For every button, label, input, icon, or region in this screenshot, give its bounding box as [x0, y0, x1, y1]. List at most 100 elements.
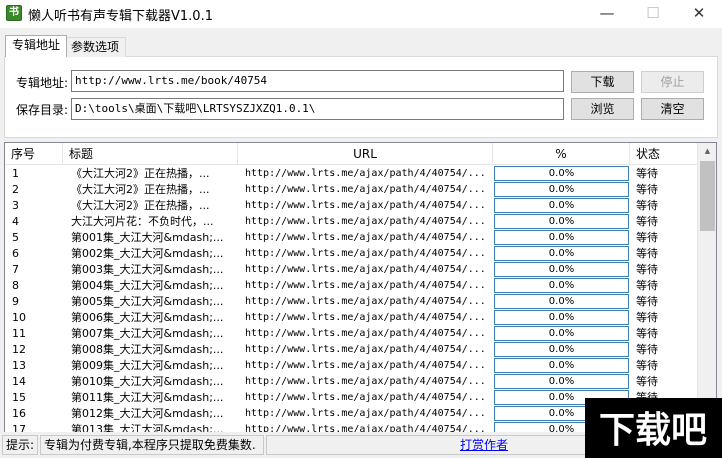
table-row[interactable]: 2 《大江大河2》正在热播，... http://www.lrts.me/ajax/…	[5, 182, 697, 198]
row-url: http://www.lrts.me/ajax/path/4/40754/...	[245, 344, 486, 355]
table-row[interactable]: 13 第009集_大江大河&mdash;... http://www.lrts.me…	[5, 358, 697, 374]
watermark-text: 下载吧	[599, 410, 707, 451]
row-url: http://www.lrts.me/ajax/path/4/40754/...	[245, 392, 486, 403]
minimize-button[interactable]: —	[584, 0, 630, 28]
save-dir-input[interactable]: D:\tools\桌面\下载吧\LRTSYSZJXZQ1.0.1\	[71, 98, 564, 120]
url-label: 专辑地址:	[16, 76, 69, 90]
status-message: 专辑为付费专辑,本程序只提取免费集数.	[40, 435, 264, 455]
table-row[interactable]: 9 第005集_大江大河&mdash;... http://www.lrts.me/…	[5, 294, 697, 310]
column-header-status[interactable]: 状态	[630, 143, 697, 165]
scroll-up-arrow-icon[interactable]: ▲	[698, 143, 716, 160]
album-url-input[interactable]: http://www.lrts.me/book/40754	[71, 70, 564, 92]
row-index: 7	[12, 263, 19, 276]
row-title: 第008集_大江大河&mdash;...	[71, 343, 224, 356]
row-status: 等待	[636, 231, 658, 244]
close-button[interactable]: ✕	[676, 0, 722, 28]
column-header-percent[interactable]: %	[493, 143, 630, 165]
scroll-thumb[interactable]	[700, 161, 715, 231]
row-title: 第010集_大江大河&mdash;...	[71, 375, 224, 388]
row-progress-bar: 0.0%	[494, 374, 629, 389]
row-title: 第006集_大江大河&mdash;...	[71, 311, 224, 324]
column-header-index[interactable]: 序号	[5, 143, 63, 165]
row-progress-bar: 0.0%	[494, 214, 629, 229]
table-row[interactable]: 14 第010集_大江大河&mdash;... http://www.lrts.me…	[5, 374, 697, 390]
main-window: 专辑地址 参数选项 专辑地址: http://www.lrts.me/book/…	[0, 28, 722, 458]
row-progress-bar: 0.0%	[494, 278, 629, 293]
row-url: http://www.lrts.me/ajax/path/4/40754/...	[245, 248, 486, 259]
row-title: 第007集_大江大河&mdash;...	[71, 327, 224, 340]
table-row[interactable]: 8 第004集_大江大河&mdash;... http://www.lrts.me/…	[5, 278, 697, 294]
row-title: 《大江大河2》正在热播，...	[71, 183, 210, 196]
tab-album-url[interactable]: 专辑地址	[5, 35, 68, 57]
table-row[interactable]: 11 第007集_大江大河&mdash;... http://www.lrts.me…	[5, 326, 697, 342]
row-progress-bar: 0.0%	[494, 166, 629, 181]
clear-button[interactable]: 清空	[641, 98, 704, 120]
row-index: 3	[12, 199, 19, 212]
row-progress-bar: 0.0%	[494, 182, 629, 197]
row-index: 4	[12, 215, 19, 228]
row-title: 第009集_大江大河&mdash;...	[71, 359, 224, 372]
stop-button[interactable]: 停止	[641, 71, 704, 93]
row-index: 1	[12, 167, 19, 180]
row-url: http://www.lrts.me/ajax/path/4/40754/...	[245, 232, 486, 243]
row-title: 第012集_大江大河&mdash;...	[71, 407, 224, 420]
row-index: 6	[12, 247, 19, 260]
table-row[interactable]: 1 《大江大河2》正在热播，... http://www.lrts.me/ajax/…	[5, 166, 697, 182]
row-status: 等待	[636, 359, 658, 372]
row-index: 15	[12, 391, 26, 404]
watermark-logo: 下载吧	[585, 398, 722, 458]
row-url: http://www.lrts.me/ajax/path/4/40754/...	[245, 184, 486, 195]
app-icon: 书	[6, 5, 22, 21]
row-title: 《大江大河2》正在热播，...	[71, 167, 210, 180]
browse-button[interactable]: 浏览	[571, 98, 634, 120]
table-row[interactable]: 3 《大江大河2》正在热播，... http://www.lrts.me/ajax/…	[5, 198, 697, 214]
table-row[interactable]: 4 大江大河片花：不负时代，... http://www.lrts.me/ajax/…	[5, 214, 697, 230]
column-header-title[interactable]: 标题	[63, 143, 238, 165]
window-title: 懒人听书有声专辑下载器V1.0.1	[28, 9, 213, 24]
row-index: 8	[12, 279, 19, 292]
row-url: http://www.lrts.me/ajax/path/4/40754/...	[245, 312, 486, 323]
row-url: http://www.lrts.me/ajax/path/4/40754/...	[245, 280, 486, 291]
maximize-button[interactable]: ☐	[630, 0, 676, 28]
row-url: http://www.lrts.me/ajax/path/4/40754/...	[245, 200, 486, 211]
table-row[interactable]: 6 第002集_大江大河&mdash;... http://www.lrts.me/…	[5, 246, 697, 262]
row-index: 10	[12, 311, 26, 324]
row-title: 第004集_大江大河&mdash;...	[71, 279, 224, 292]
row-status: 等待	[636, 295, 658, 308]
row-url: http://www.lrts.me/ajax/path/4/40754/...	[245, 376, 486, 387]
row-url: http://www.lrts.me/ajax/path/4/40754/...	[245, 408, 486, 419]
table-row[interactable]: 10 第006集_大江大河&mdash;... http://www.lrts.me…	[5, 310, 697, 326]
save-dir-label: 保存目录:	[16, 103, 69, 117]
row-status: 等待	[636, 375, 658, 388]
row-title: 《大江大河2》正在热播，...	[71, 199, 210, 212]
row-title: 第001集_大江大河&mdash;...	[71, 231, 224, 244]
table-row[interactable]: 7 第003集_大江大河&mdash;... http://www.lrts.me/…	[5, 262, 697, 278]
row-progress-bar: 0.0%	[494, 342, 629, 357]
row-status: 等待	[636, 279, 658, 292]
row-status: 等待	[636, 167, 658, 180]
row-title: 第003集_大江大河&mdash;...	[71, 263, 224, 276]
row-progress-bar: 0.0%	[494, 358, 629, 373]
row-progress-bar: 0.0%	[494, 246, 629, 261]
row-index: 2	[12, 183, 19, 196]
row-progress-bar: 0.0%	[494, 262, 629, 277]
row-url: http://www.lrts.me/ajax/path/4/40754/...	[245, 168, 486, 179]
row-title: 第002集_大江大河&mdash;...	[71, 247, 224, 260]
row-status: 等待	[636, 327, 658, 340]
row-title: 大江大河片花：不负时代，...	[71, 215, 214, 228]
row-index: 16	[12, 407, 26, 420]
row-title: 第005集_大江大河&mdash;...	[71, 295, 224, 308]
status-hint-label: 提示:	[2, 435, 38, 455]
row-status: 等待	[636, 247, 658, 260]
row-progress-bar: 0.0%	[494, 310, 629, 325]
row-status: 等待	[636, 311, 658, 324]
column-header-url[interactable]: URL	[238, 143, 493, 165]
tab-options[interactable]: 参数选项	[64, 37, 127, 57]
row-status: 等待	[636, 263, 658, 276]
tab-panel	[4, 56, 718, 138]
table-row[interactable]: 5 第001集_大江大河&mdash;... http://www.lrts.me/…	[5, 230, 697, 246]
download-button[interactable]: 下载	[571, 71, 634, 93]
table-row[interactable]: 12 第008集_大江大河&mdash;... http://www.lrts.me…	[5, 342, 697, 358]
row-status: 等待	[636, 343, 658, 356]
row-progress-bar: 0.0%	[494, 198, 629, 213]
